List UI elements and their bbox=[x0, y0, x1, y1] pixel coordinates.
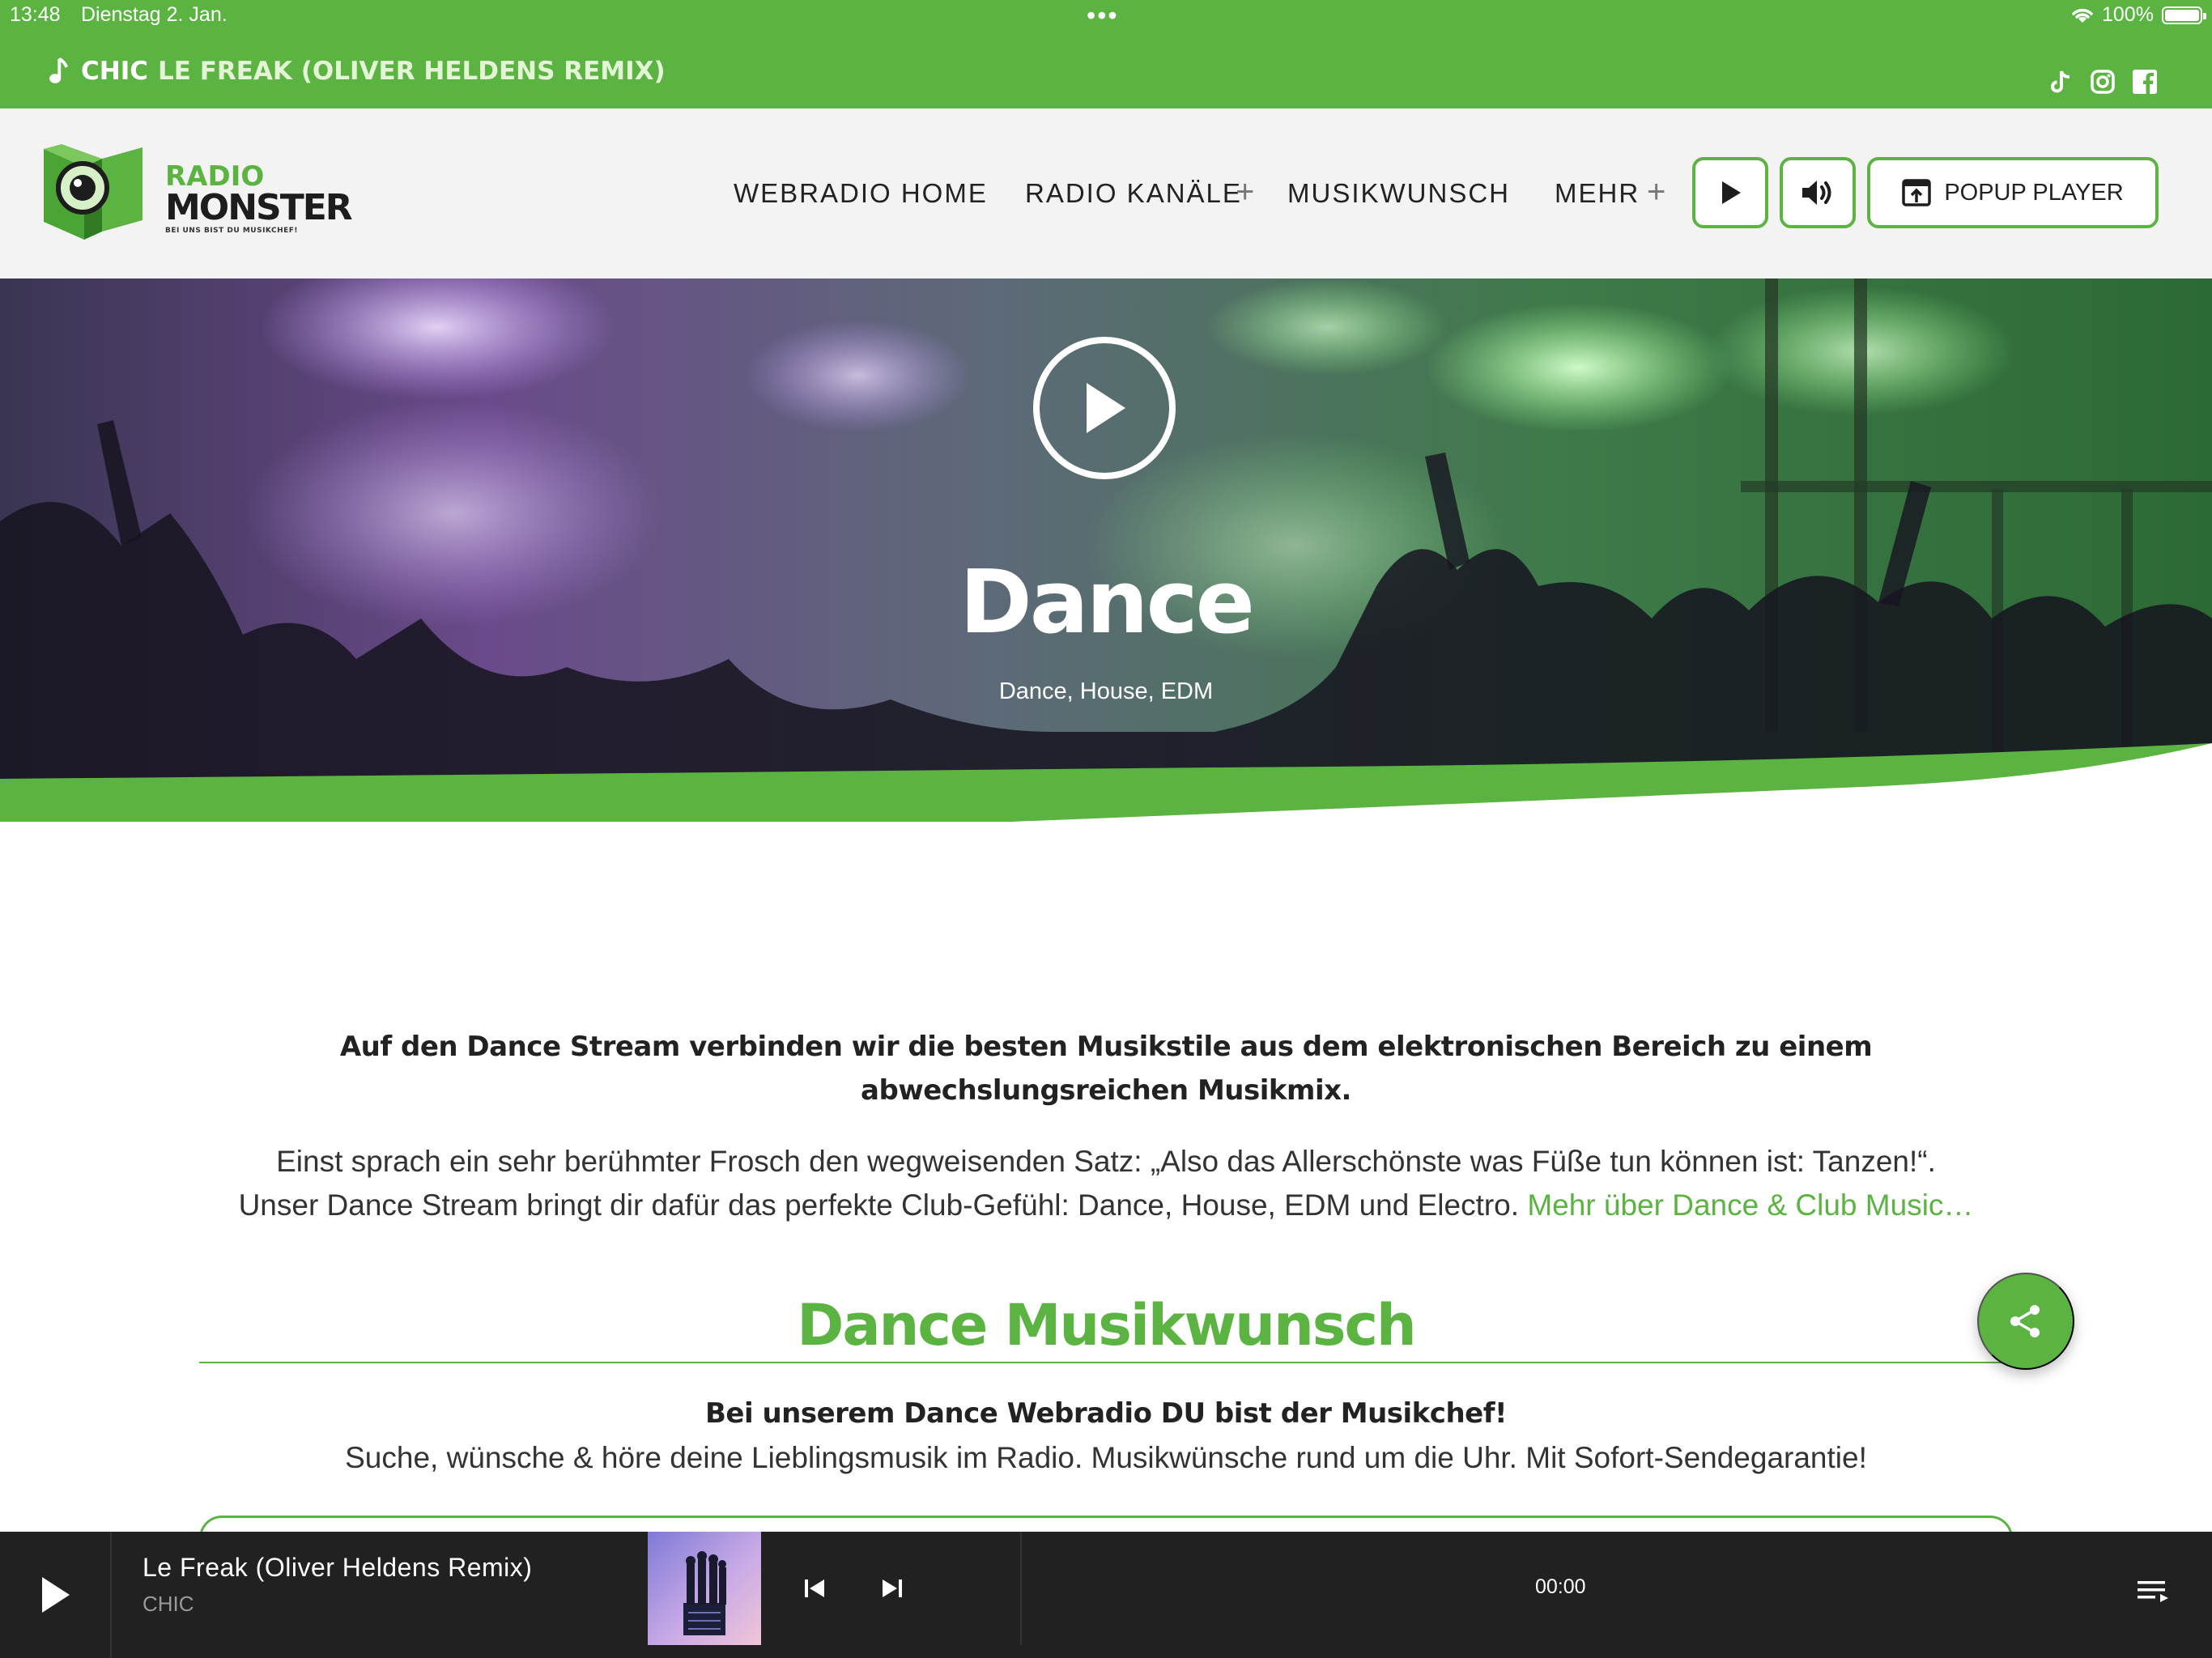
site-header: RADIO MONSTER BEI UNS BIST DU MUSIKCHEF!… bbox=[0, 108, 2212, 278]
player-play-button[interactable] bbox=[0, 1532, 112, 1658]
player-time: 00:00 bbox=[1535, 1575, 1586, 1598]
battery-icon bbox=[2162, 6, 2206, 24]
section-divider bbox=[199, 1362, 2013, 1363]
share-icon bbox=[2010, 1305, 2040, 1337]
next-track-button[interactable] bbox=[876, 1572, 908, 1605]
header-volume-button[interactable] bbox=[1780, 157, 1856, 228]
hero-banner: Dance Dance, House, EDM bbox=[0, 278, 2212, 822]
header-play-button[interactable] bbox=[1692, 157, 1768, 228]
intro-line-2: Unser Dance Stream bringt dir dafür das … bbox=[238, 1188, 1520, 1222]
nav-mehr-expand-icon[interactable]: + bbox=[1647, 173, 1665, 214]
status-time: 13:48 bbox=[10, 3, 61, 26]
album-cover-image bbox=[648, 1532, 761, 1645]
intro-line-1: Einst sprach ein sehr berühmter Frosch d… bbox=[276, 1145, 1936, 1178]
multitasking-dots-icon[interactable]: ••• bbox=[1087, 2, 1119, 29]
request-description: Suche, wünsche & höre deine Lieblingsmus… bbox=[345, 1441, 1867, 1474]
request-heading: Bei unserem Dance Webradio DU bist der M… bbox=[704, 1397, 1508, 1430]
play-icon bbox=[42, 1577, 70, 1613]
play-icon bbox=[1087, 383, 1125, 433]
bottom-player: Le Freak (Oliver Heldens Remix) CHIC 00:… bbox=[0, 1532, 2212, 1658]
logo-wordmark: RADIO MONSTER BEI UNS BIST DU MUSIKCHEF! bbox=[165, 162, 353, 235]
section-title-musikwunsch: Dance Musikwunsch bbox=[797, 1292, 1417, 1358]
hero-play-button[interactable] bbox=[1033, 337, 1176, 479]
now-playing-artist: CHIC bbox=[81, 57, 148, 86]
hero-title: Dance bbox=[959, 552, 1255, 653]
wifi-icon bbox=[2072, 8, 2093, 23]
skip-next-icon bbox=[883, 1579, 902, 1597]
share-button[interactable] bbox=[1977, 1273, 2074, 1370]
logo-monster-icon bbox=[44, 144, 143, 240]
nav-radio-kanaele-expand-icon[interactable]: + bbox=[1236, 173, 1254, 214]
album-cover bbox=[648, 1532, 761, 1645]
hero-genres: Dance, House, EDM bbox=[998, 678, 1214, 704]
logo-monster-text: MONSTER bbox=[165, 187, 353, 228]
nav-webradio-home[interactable]: WEBRADIO HOME bbox=[734, 173, 988, 214]
intro-paragraph: Einst sprach ein sehr berühmter Frosch d… bbox=[162, 1140, 2050, 1227]
intro-heading: Auf den Dance Stream verbinden wir die b… bbox=[339, 1031, 1873, 1107]
now-playing-ticker[interactable]: CHIC LE FREAK (OLIVER HELDENS REMIX) bbox=[47, 53, 666, 89]
facebook-icon[interactable] bbox=[2131, 68, 2159, 96]
popup-player-button[interactable]: POPUP PLAYER bbox=[1867, 157, 2159, 228]
nav-radio-kanaele[interactable]: RADIO KANÄLE bbox=[1025, 173, 1242, 214]
now-playing-title: LE FREAK (OLIVER HELDENS REMIX) bbox=[157, 57, 666, 86]
queue-list-icon bbox=[2138, 1581, 2168, 1602]
previous-track-button[interactable] bbox=[798, 1572, 831, 1605]
player-divider bbox=[1020, 1532, 1022, 1645]
skip-previous-icon bbox=[805, 1579, 824, 1597]
popup-player-label: POPUP PLAYER bbox=[1944, 179, 2124, 206]
play-icon bbox=[1722, 181, 1741, 204]
volume-icon bbox=[1802, 181, 1831, 205]
social-links bbox=[2047, 68, 2159, 96]
playlist-queue-button[interactable] bbox=[2136, 1577, 2172, 1606]
status-date: Dienstag 2. Jan. bbox=[81, 3, 228, 26]
nav-mehr[interactable]: MEHR bbox=[1555, 173, 1640, 214]
player-track-artist: CHIC bbox=[143, 1592, 194, 1616]
battery-percent: 100% bbox=[2102, 3, 2154, 26]
nav-musikwunsch[interactable]: MUSIKWUNSCH bbox=[1287, 173, 1510, 214]
top-bar: 13:48 Dienstag 2. Jan. ••• 100% CHIC LE … bbox=[0, 0, 2212, 108]
more-about-dance-link[interactable]: Mehr über Dance & Club Music… bbox=[1527, 1188, 1973, 1222]
radio-monster-logo[interactable]: RADIO MONSTER BEI UNS BIST DU MUSIKCHEF! bbox=[40, 144, 356, 244]
popup-icon bbox=[1902, 179, 1932, 206]
instagram-icon[interactable] bbox=[2089, 68, 2116, 96]
music-note-icon bbox=[49, 57, 69, 83]
player-track-title: Le Freak (Oliver Heldens Remix) bbox=[143, 1553, 533, 1582]
tiktok-icon[interactable] bbox=[2047, 68, 2074, 96]
